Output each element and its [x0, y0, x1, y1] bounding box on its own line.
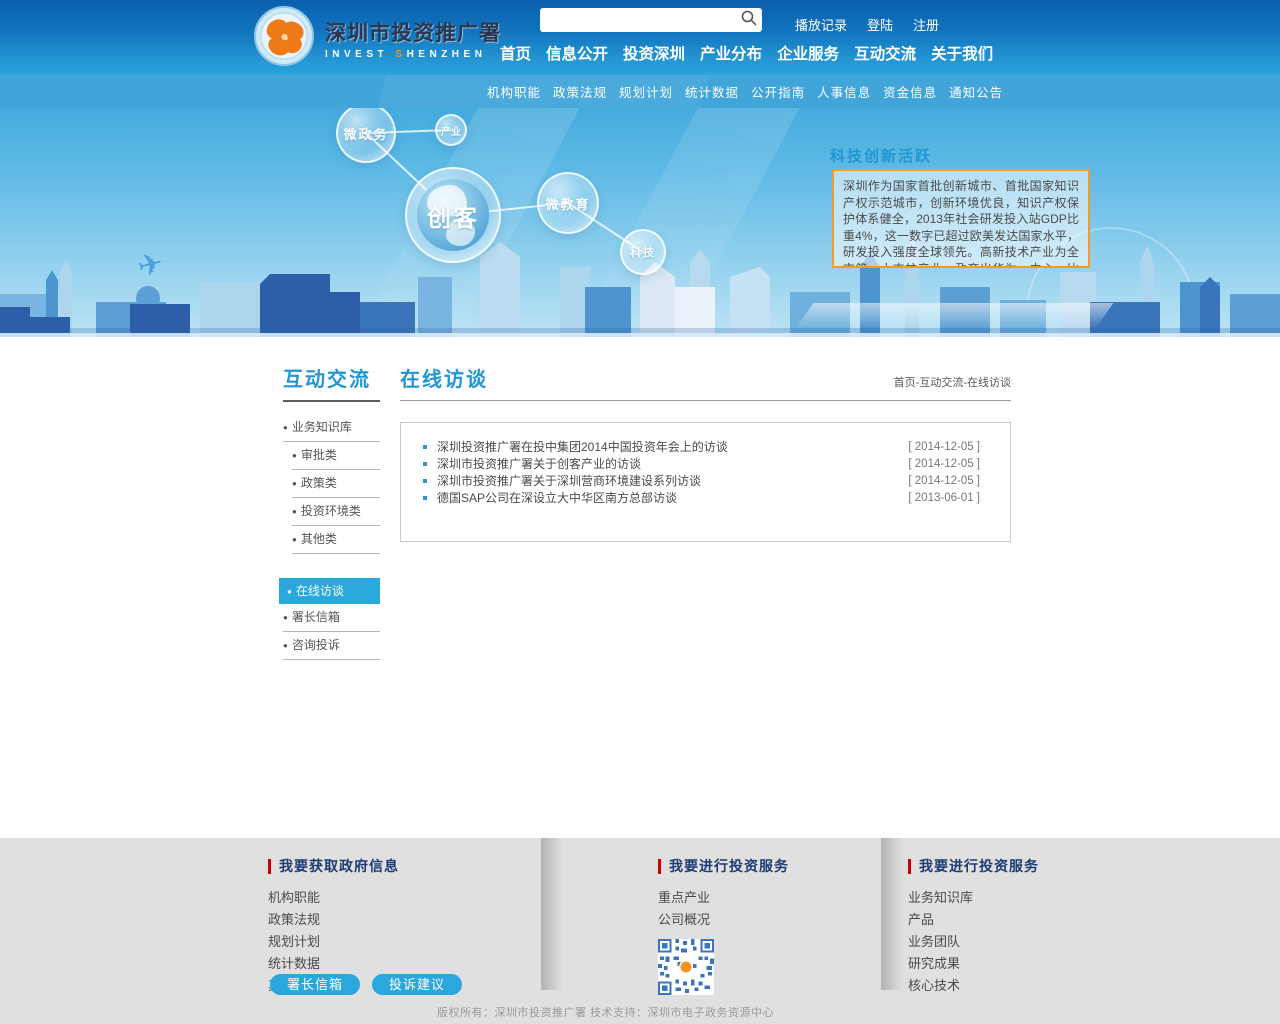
search-icon[interactable]: [740, 9, 758, 32]
footer-link-knowledge-base[interactable]: 业务知识库: [908, 887, 1039, 909]
article-link[interactable]: 深圳市投资推广署关于深圳营商环境建设系列访谈: [437, 472, 701, 489]
footer-column-investment-services: 我要进行投资服务 重点产业 公司概况: [658, 856, 789, 1000]
banner-info-title: 科技创新活跃: [830, 145, 932, 166]
bullet-icon: [423, 479, 427, 483]
sidebar-item-consult-complaint[interactable]: 咨询投诉: [283, 632, 380, 660]
subnav-item-notices[interactable]: 通知公告: [949, 82, 1003, 101]
sidebar-item-other[interactable]: 其他类: [292, 526, 380, 554]
footer-link-core-technology[interactable]: 核心技术: [908, 975, 1039, 997]
red-bar-icon: [658, 859, 661, 874]
bubble-keji[interactable]: 科技: [620, 229, 666, 275]
footer-link-statistics[interactable]: 统计数据: [268, 953, 399, 975]
article-link[interactable]: 德国SAP公司在深设立大中华区南方总部访谈: [437, 489, 677, 506]
red-bar-icon: [908, 859, 911, 874]
sidebar-item-director-mailbox[interactable]: 署长信箱: [283, 604, 380, 632]
register-link[interactable]: 注册: [913, 15, 939, 34]
nav-item-home[interactable]: 首页: [500, 42, 531, 64]
nav-item-interaction[interactable]: 互动交流: [854, 42, 916, 64]
article-date: [ 2013-06-01 ]: [908, 492, 998, 504]
footer-heading: 我要获取政府信息: [279, 856, 399, 876]
reflection-decoration: [797, 303, 1114, 327]
secondary-navigation: 机构职能 政策法规 规划计划 统计数据 公开指南 人事信息 资金信息 通知公告: [0, 75, 1280, 108]
nav-item-industry-distribution[interactable]: 产业分布: [700, 42, 762, 64]
content-column: 在线访谈 首页-互动交流-在线访谈 深圳投资推广署在投中集团2014中国投资年会…: [400, 363, 1011, 542]
footer-link-research-results[interactable]: 研究成果: [908, 953, 1039, 975]
subnav-item-funding[interactable]: 资金信息: [883, 82, 937, 101]
article-link[interactable]: 深圳投资推广署在投中集团2014中国投资年会上的访谈: [437, 438, 728, 455]
subnav-item-personnel[interactable]: 人事信息: [817, 82, 871, 101]
complaint-suggestion-button[interactable]: 投诉建议: [372, 974, 462, 995]
footer-link-key-industries[interactable]: 重点产业: [658, 887, 789, 909]
bullet-icon: [423, 445, 427, 449]
bullet-icon: [423, 462, 427, 466]
bullet-icon: [423, 496, 427, 500]
footer-link-company-profile[interactable]: 公司概况: [658, 909, 789, 931]
nav-item-enterprise-services[interactable]: 企业服务: [777, 42, 839, 64]
footer-link-products[interactable]: 产品: [908, 909, 1039, 931]
search-input[interactable]: [540, 8, 740, 32]
nav-item-about-us[interactable]: 关于我们: [931, 42, 993, 64]
logo-text: 深圳市投资推广署 INVEST SHENZHEN: [325, 17, 501, 60]
bubble-chanye[interactable]: 产业: [435, 114, 467, 146]
page-title: 在线访谈: [400, 363, 488, 392]
site-header: 深圳市投资推广署 INVEST SHENZHEN 播放记录 登陆 注册 首页 信…: [0, 0, 1280, 75]
footer-heading: 我要进行投资服务: [669, 856, 789, 876]
site-logo[interactable]: 深圳市投资推广署 INVEST SHENZHEN: [253, 5, 501, 72]
nav-item-info-disclosure[interactable]: 信息公开: [546, 42, 608, 64]
subnav-item-planning[interactable]: 规划计划: [619, 82, 673, 101]
logo-title: 深圳市投资推广署: [325, 17, 501, 47]
main-content: 互动交流 业务知识库 审批类 政策类 投资环境类 其他类 在线访谈 署长信箱 咨…: [0, 337, 1280, 838]
article-link[interactable]: 深圳市投资推广署关于创客产业的访谈: [437, 455, 641, 472]
bubble-weijiaoyu[interactable]: 微教育: [537, 172, 599, 234]
article-date: [ 2014-12-05 ]: [908, 441, 998, 453]
article-row: 深圳市投资推广署关于创客产业的访谈 [ 2014-12-05 ]: [413, 455, 998, 472]
sidebar: 互动交流 业务知识库 审批类 政策类 投资环境类 其他类 在线访谈 署长信箱 咨…: [283, 363, 380, 660]
main-navigation: 首页 信息公开 投资深圳 产业分布 企业服务 互动交流 关于我们: [500, 42, 993, 64]
subnav-item-disclosure-guide[interactable]: 公开指南: [751, 82, 805, 101]
subnav-item-agency-functions[interactable]: 机构职能: [487, 82, 541, 101]
article-date: [ 2014-12-05 ]: [908, 475, 998, 487]
copyright-text: 版权所有：深圳市投资推广署 技术支持：深圳市电子政务资源中心: [437, 1004, 774, 1020]
banner-info-box: 深圳作为国家首批创新城市、首批国家知识产权示范城市，创新环境优良，知识产权保护体…: [832, 169, 1090, 268]
sidebar-item-approval[interactable]: 审批类: [292, 442, 380, 470]
subnav-item-statistics[interactable]: 统计数据: [685, 82, 739, 101]
top-utility-links: 播放记录 登陆 注册: [795, 15, 939, 34]
footer-link-agency-functions[interactable]: 机构职能: [268, 887, 399, 909]
footer-heading: 我要进行投资服务: [919, 856, 1039, 876]
article-row: 深圳投资推广署在投中集团2014中国投资年会上的访谈 [ 2014-12-05 …: [413, 438, 998, 455]
footer-column-business-resources: 我要进行投资服务 业务知识库 产品 业务团队 研究成果 核心技术: [908, 856, 1039, 997]
site-footer: 我要获取政府信息 机构职能 政策法规 规划计划 统计数据 其他 署长信箱 投诉建…: [0, 838, 1280, 1024]
director-mailbox-button[interactable]: 署长信箱: [270, 974, 360, 995]
login-link[interactable]: 登陆: [867, 15, 893, 34]
search-box: [540, 8, 762, 32]
sidebar-item-investment-env[interactable]: 投资环境类: [292, 498, 380, 526]
bubble-chuangke[interactable]: 创客: [405, 167, 501, 263]
sidebar-item-online-interview[interactable]: 在线访谈: [279, 578, 380, 604]
logo-subtitle: INVEST SHENZHEN: [325, 49, 501, 60]
sidebar-title: 互动交流: [283, 363, 380, 402]
article-row: 深圳市投资推广署关于深圳营商环境建设系列访谈 [ 2014-12-05 ]: [413, 472, 998, 489]
logo-emblem-icon: [253, 5, 315, 72]
footer-link-policies[interactable]: 政策法规: [268, 909, 399, 931]
play-history-link[interactable]: 播放记录: [795, 15, 847, 34]
nav-item-invest-shenzhen[interactable]: 投资深圳: [623, 42, 685, 64]
column-divider-shadow: [541, 838, 563, 990]
footer-link-planning[interactable]: 规划计划: [268, 931, 399, 953]
breadcrumb: 首页-互动交流-在线访谈: [894, 374, 1011, 392]
article-row: 德国SAP公司在深设立大中华区南方总部访谈 [ 2013-06-01 ]: [413, 489, 998, 506]
footer-link-business-team[interactable]: 业务团队: [908, 931, 1039, 953]
sidebar-item-knowledge-base[interactable]: 业务知识库: [283, 414, 380, 442]
sidebar-item-policy[interactable]: 政策类: [292, 470, 380, 498]
hero-banner: ✈ 微政务 产业 创客 微教育 科技 科技创新活跃 深圳作为国家首批创新城市、首…: [0, 108, 1280, 337]
article-list: 深圳投资推广署在投中集团2014中国投资年会上的访谈 [ 2014-12-05 …: [400, 422, 1011, 542]
red-bar-icon: [268, 859, 271, 874]
subnav-item-policies[interactable]: 政策法规: [553, 82, 607, 101]
article-date: [ 2014-12-05 ]: [908, 458, 998, 470]
qr-code-icon[interactable]: [658, 939, 714, 995]
column-divider-shadow: [881, 838, 903, 990]
